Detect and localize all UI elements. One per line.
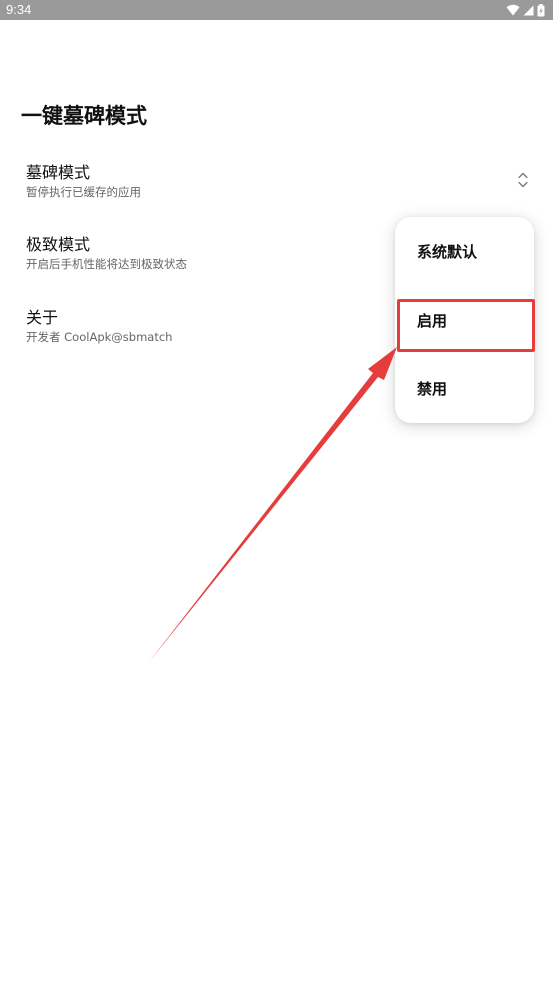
wifi-icon bbox=[506, 4, 520, 16]
signal-icon bbox=[523, 5, 534, 15]
setting-title: 极致模式 bbox=[26, 235, 91, 254]
menu-item-label: 系统默认 bbox=[417, 243, 478, 261]
setting-summary: 暂停执行已缓存的应用 bbox=[26, 185, 141, 199]
battery-icon bbox=[537, 3, 545, 16]
menu-item-label: 启用 bbox=[417, 312, 448, 330]
arrow-annotation-icon bbox=[149, 347, 397, 662]
setting-item-tombstone-mode[interactable]: 墓碑模式 暂停执行已缓存的应用 bbox=[0, 162, 553, 220]
chevron-up-down-icon[interactable] bbox=[517, 171, 529, 189]
menu-item-disable[interactable]: 禁用 bbox=[395, 364, 534, 416]
page-title: 一键墓碑模式 bbox=[21, 104, 147, 128]
status-time: 9:34 bbox=[6, 2, 32, 17]
popup-menu: 系统默认 启用 禁用 bbox=[395, 217, 534, 423]
menu-item-label: 禁用 bbox=[417, 380, 448, 398]
menu-item-enable[interactable]: 启用 bbox=[395, 296, 534, 348]
setting-summary: 开启后手机性能将达到极致状态 bbox=[26, 257, 187, 271]
setting-summary: 开发者 CoolApk@sbmatch bbox=[26, 330, 173, 344]
menu-item-system-default[interactable]: 系统默认 bbox=[395, 227, 534, 279]
status-bar: 9:34 bbox=[0, 0, 553, 20]
setting-title: 墓碑模式 bbox=[26, 163, 91, 182]
status-icons bbox=[506, 3, 545, 17]
setting-title: 关于 bbox=[26, 308, 59, 327]
